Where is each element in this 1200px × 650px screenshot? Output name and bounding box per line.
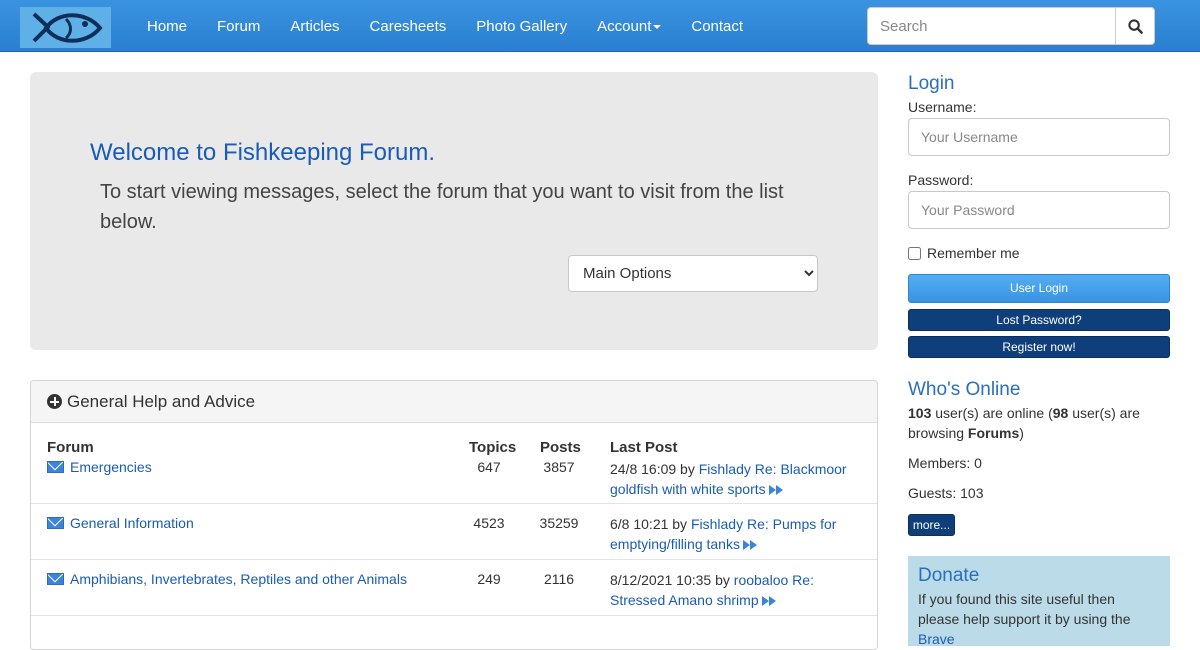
forum-link-amphibians[interactable]: Amphibians, Invertebrates, Reptiles and … bbox=[47, 571, 407, 587]
caret-down-icon bbox=[653, 24, 662, 29]
online-summary: 103 user(s) are online (98 user(s) are b… bbox=[908, 403, 1170, 443]
donate-title: Donate bbox=[918, 565, 980, 586]
topics-count: 249 bbox=[477, 571, 501, 587]
more-online-button[interactable]: more... bbox=[908, 514, 955, 536]
plus-circle-icon bbox=[47, 394, 62, 409]
envelope-icon bbox=[47, 461, 64, 473]
donate-box: Donate If you found this site useful the… bbox=[908, 556, 1170, 649]
browsing-users-count: 98 bbox=[1052, 405, 1069, 421]
nav-home[interactable]: Home bbox=[132, 18, 202, 35]
username-field[interactable] bbox=[908, 118, 1170, 156]
password-field[interactable] bbox=[908, 191, 1170, 229]
last-post-user[interactable]: Fishlady bbox=[691, 516, 743, 532]
category-heading[interactable]: General Help and Advice bbox=[31, 381, 877, 423]
brave-link[interactable]: Brave bbox=[918, 631, 955, 647]
welcome-intro: To start viewing messages, select the fo… bbox=[100, 181, 784, 233]
search-button[interactable] bbox=[1115, 7, 1155, 45]
remember-me[interactable]: Remember me bbox=[908, 245, 1020, 261]
envelope-icon bbox=[47, 573, 64, 585]
online-users-count: 103 bbox=[908, 405, 932, 421]
top-navbar: Home Forum Articles Caresheets Photo Gal… bbox=[0, 0, 1200, 52]
remember-me-checkbox[interactable] bbox=[908, 246, 921, 260]
forum-category-panel: General Help and Advice Forum Topics Pos… bbox=[30, 380, 878, 650]
nav-articles[interactable]: Articles bbox=[275, 18, 354, 35]
nav-account-dropdown[interactable]: Account bbox=[582, 18, 676, 35]
col-header-last-post: Last Post bbox=[610, 439, 678, 456]
username-label: Username: bbox=[908, 99, 977, 115]
lost-password-button[interactable]: Lost Password? bbox=[908, 309, 1170, 331]
nav-caresheets[interactable]: Caresheets bbox=[355, 18, 462, 35]
site-logo[interactable] bbox=[20, 7, 111, 48]
online-text-1: user(s) are online ( bbox=[931, 405, 1053, 421]
topics-count: 4523 bbox=[473, 515, 505, 531]
online-text-3: ) bbox=[1019, 425, 1024, 441]
category-title: General Help and Advice bbox=[67, 391, 256, 411]
donate-body: If you found this site useful then pleas… bbox=[918, 591, 1131, 627]
nav-forum[interactable]: Forum bbox=[202, 18, 275, 35]
forum-name: General Information bbox=[70, 515, 194, 531]
donate-text: If you found this site useful then pleas… bbox=[918, 589, 1160, 649]
col-header-posts: Posts bbox=[540, 439, 581, 456]
posts-count: 35259 bbox=[539, 515, 579, 531]
forum-name: Emergencies bbox=[70, 459, 152, 475]
last-post: 6/8 10:21 by Fishlady Re: Pumps for empt… bbox=[610, 514, 860, 554]
forum-link-emergencies[interactable]: Emergencies bbox=[47, 459, 152, 475]
last-post-date: 8/12/2021 10:35 by bbox=[610, 572, 730, 588]
register-button[interactable]: Register now! bbox=[908, 336, 1170, 358]
last-post-user[interactable]: roobaloo bbox=[734, 572, 789, 588]
posts-count: 3857 bbox=[543, 459, 575, 475]
nav-contact[interactable]: Contact bbox=[676, 18, 758, 35]
guests-count: Guests: 103 bbox=[908, 485, 984, 501]
login-title: Login bbox=[908, 73, 955, 94]
last-post: 24/8 16:09 by Fishlady Re: Blackmoor gol… bbox=[610, 459, 860, 499]
forum-link-general-information[interactable]: General Information bbox=[47, 515, 194, 531]
password-label: Password: bbox=[908, 172, 974, 188]
go-to-post-icon[interactable] bbox=[768, 484, 785, 496]
fish-logo-icon bbox=[20, 7, 111, 48]
remember-me-label: Remember me bbox=[927, 245, 1020, 261]
last-post-user[interactable]: Fishlady bbox=[699, 461, 751, 477]
whos-online-title: Who's Online bbox=[908, 379, 1021, 400]
topics-count: 647 bbox=[477, 459, 501, 475]
last-post-date: 24/8 16:09 by bbox=[610, 461, 695, 477]
go-to-post-icon[interactable] bbox=[742, 539, 759, 551]
forum-name: Amphibians, Invertebrates, Reptiles and … bbox=[70, 571, 407, 587]
nav-account-label: Account bbox=[597, 17, 652, 35]
table-row: Emergencies 647 3857 24/8 16:09 by Fishl… bbox=[31, 459, 877, 504]
welcome-jumbotron: Welcome to Fishkeeping Forum. To start v… bbox=[30, 72, 878, 350]
table-row: Amphibians, Invertebrates, Reptiles and … bbox=[31, 560, 877, 616]
envelope-icon bbox=[47, 517, 64, 529]
search-icon bbox=[1127, 18, 1143, 34]
main-options-select[interactable]: Main Options bbox=[568, 255, 818, 292]
go-to-post-icon[interactable] bbox=[761, 595, 778, 607]
browsing-section: Forums bbox=[967, 425, 1020, 441]
last-post-date: 6/8 10:21 by bbox=[610, 516, 688, 532]
col-header-topics: Topics bbox=[469, 439, 517, 456]
posts-count: 2116 bbox=[543, 571, 575, 587]
nav-photo-gallery[interactable]: Photo Gallery bbox=[461, 18, 582, 35]
last-post: 8/12/2021 10:35 by roobaloo Re: Stressed… bbox=[610, 570, 860, 610]
welcome-title: Welcome to Fishkeeping Forum. bbox=[90, 139, 436, 166]
members-count: Members: 0 bbox=[908, 455, 982, 471]
user-login-button[interactable]: User Login bbox=[908, 274, 1170, 303]
table-row: General Information 4523 35259 6/8 10:21… bbox=[31, 504, 877, 560]
search-input[interactable] bbox=[867, 7, 1116, 45]
col-header-forum: Forum bbox=[47, 439, 94, 456]
